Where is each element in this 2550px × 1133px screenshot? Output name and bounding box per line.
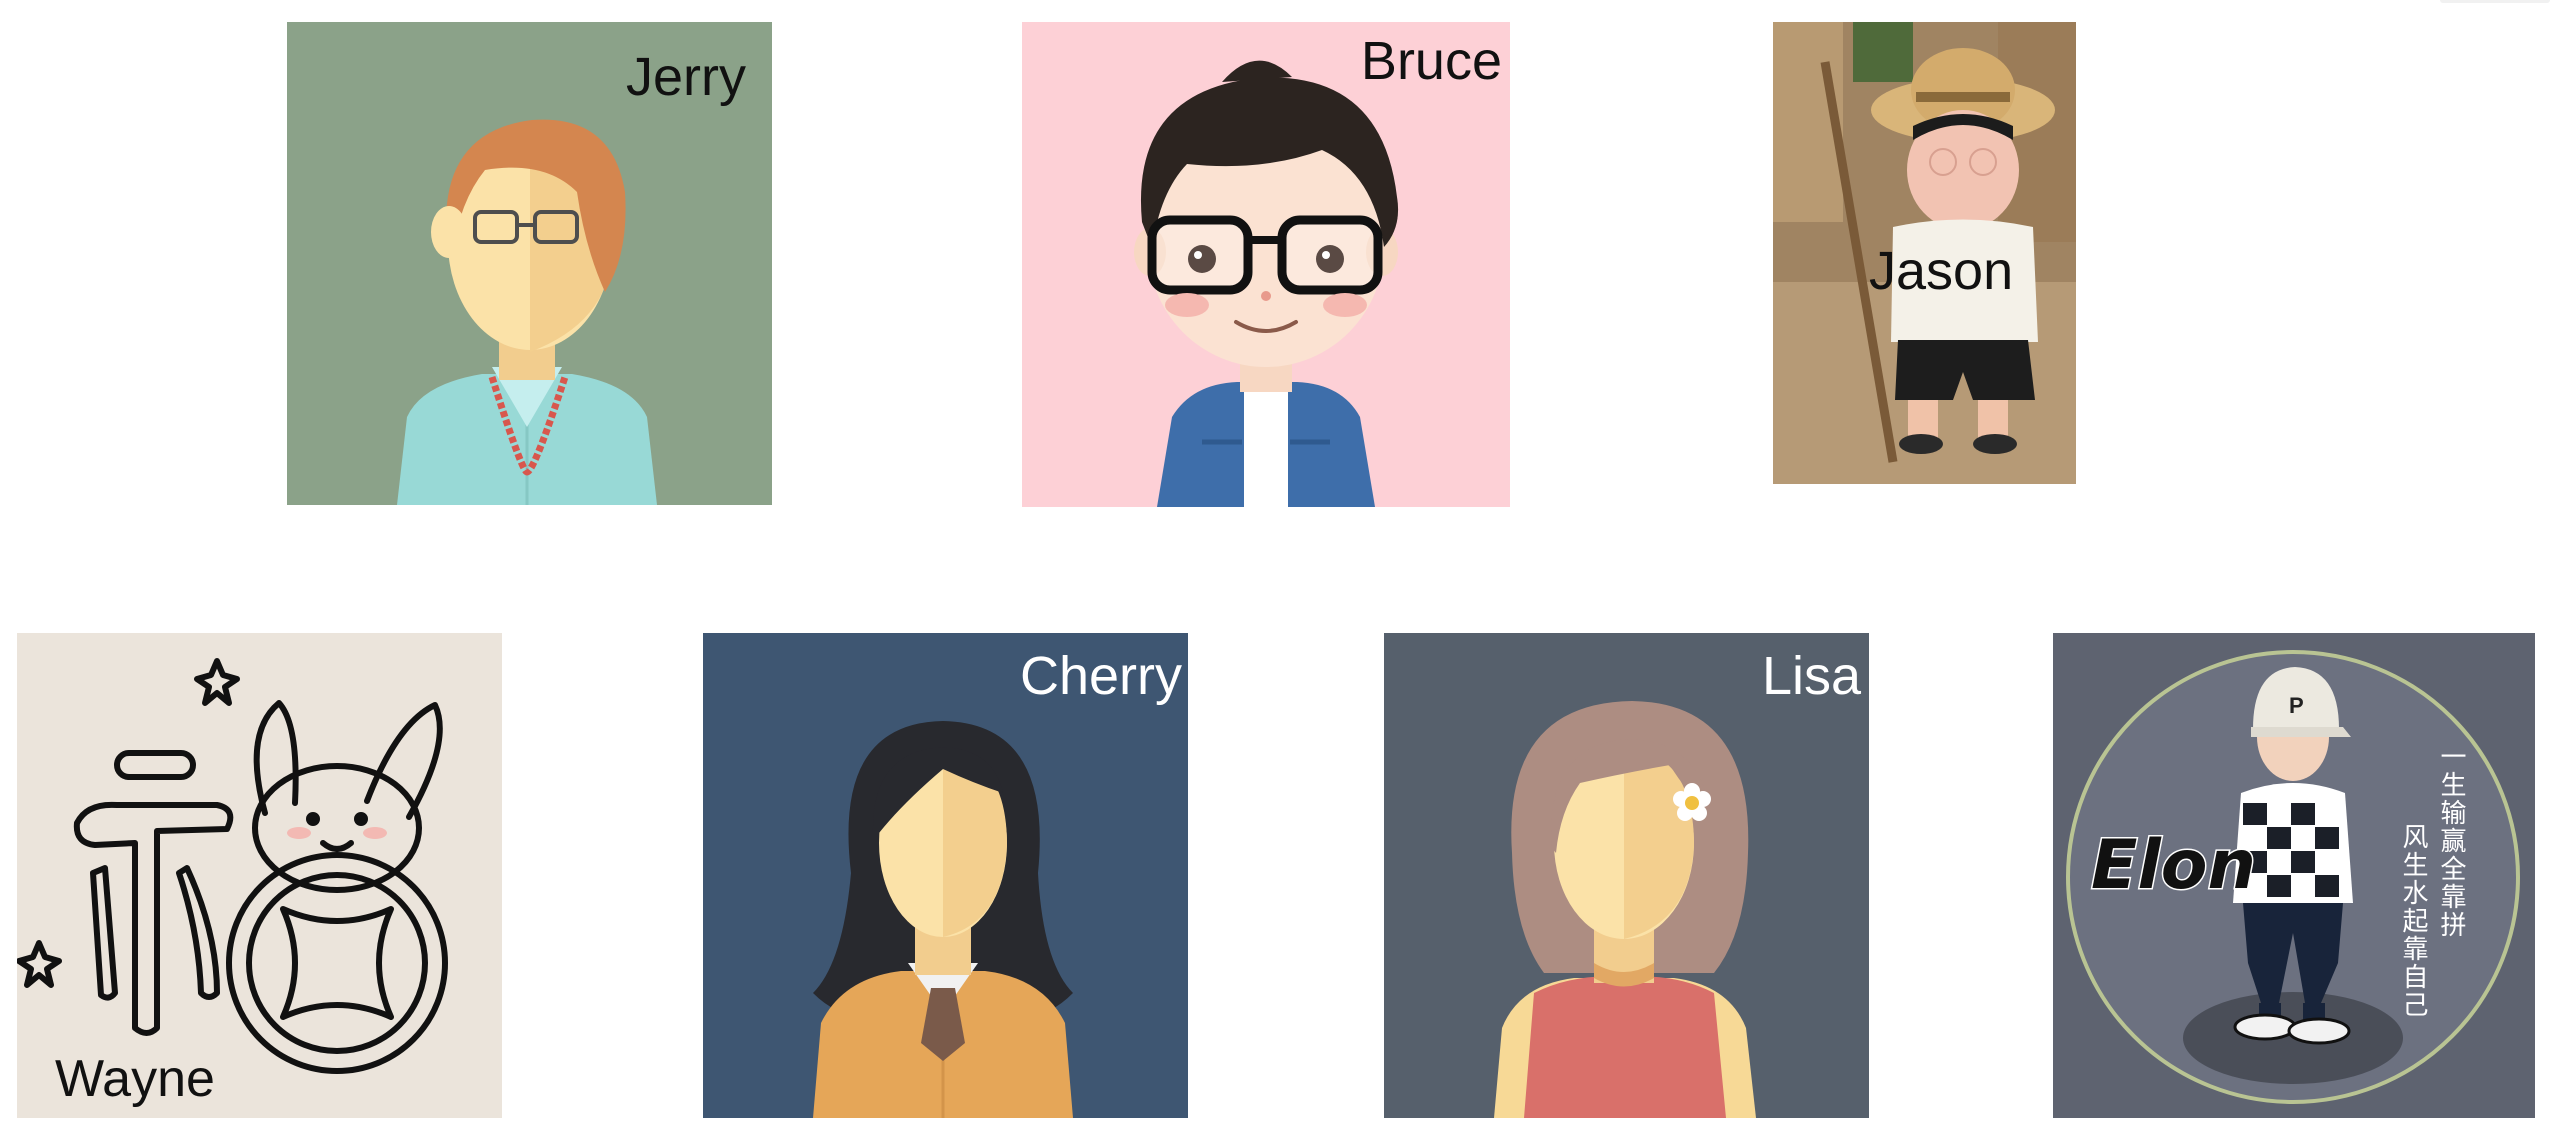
avatar-tile-bruce[interactable]: Bruce: [1022, 22, 1510, 507]
svg-text:P: P: [2289, 693, 2304, 718]
avatar-name: Lisa: [1761, 646, 1861, 706]
top-edge-strip: [2440, 0, 2550, 3]
elon-signature: Elon: [2091, 826, 2256, 905]
fu-character-rabbit-coin-icon: [17, 633, 502, 1118]
cartoon-boy-glasses-avatar-icon: [1022, 22, 1510, 507]
avatar-name: Jason: [1869, 241, 2014, 301]
avatar-tile-elon[interactable]: P Elon 一生输赢全靠拼 风生水起靠自己: [2053, 633, 2535, 1118]
elon-poem-line-1: 一生输赢全靠拼: [2436, 743, 2466, 939]
avatar-name: Cherry: [1019, 646, 1182, 706]
avatar-name: Bruce: [1360, 31, 1502, 91]
avatar-name: Wayne: [55, 1050, 215, 1108]
avatar-tile-jason[interactable]: Jason: [1773, 22, 2076, 484]
avatar-name: Jerry: [626, 47, 746, 107]
streetwear-character-badge-icon: P Elon 一生输赢全靠拼 风生水起靠自己: [2053, 633, 2535, 1118]
avatar-tile-cherry[interactable]: Cherry: [703, 633, 1188, 1118]
elon-poem-line-2: 风生水起靠自己: [2398, 823, 2428, 1019]
avatar-tile-wayne[interactable]: Wayne: [17, 633, 502, 1118]
avatar-tile-jerry[interactable]: Jerry: [287, 22, 772, 505]
avatar-tile-lisa[interactable]: Lisa: [1384, 633, 1869, 1118]
